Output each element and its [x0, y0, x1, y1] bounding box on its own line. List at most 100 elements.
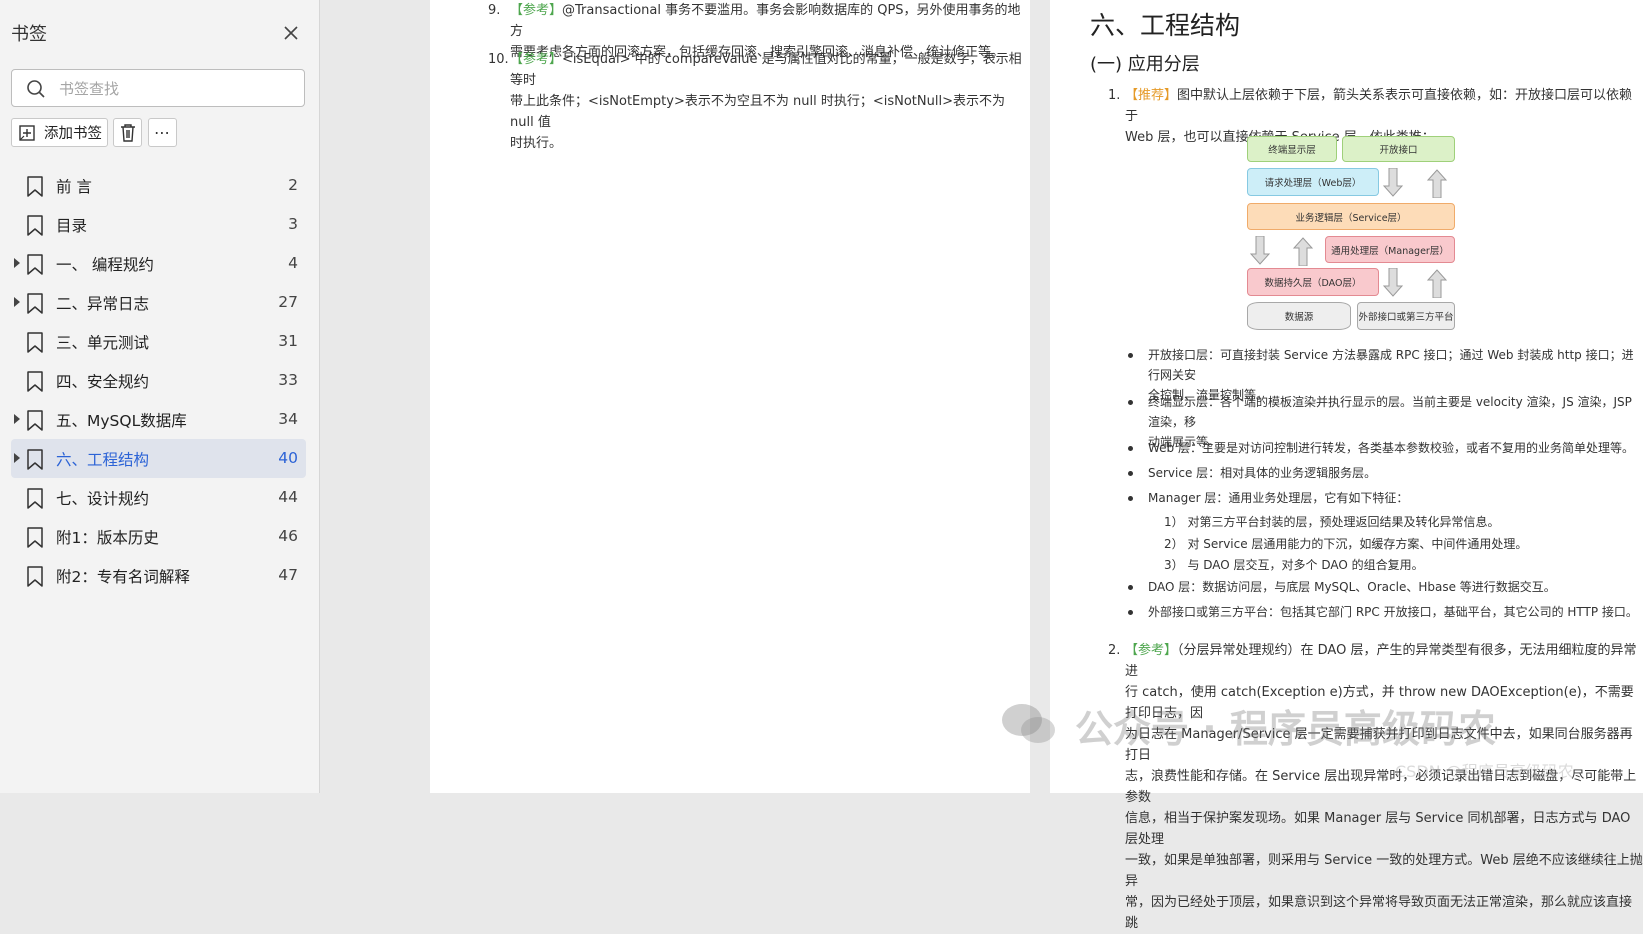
bookmark-page-number: 44 [278, 488, 298, 506]
datasource-box: 数据源 [1247, 302, 1351, 330]
bookmark-icon [27, 332, 43, 353]
expand-arrow-icon[interactable] [14, 453, 20, 463]
bullet-web: Web 层：主要是对访问控制进行转发，各类基本参数校验，或者不复用的业务简单处理… [1128, 438, 1634, 458]
manager-sub-item: 2） 对 Service 层通用能力的下沉，如缓存方案、中间件通用处理。 [1164, 537, 1528, 551]
bookmark-sidebar: 书签 添加书签 ⋯ 前 言 2 目录 3 一、 编程规约 4 二、异常日志 27 三、单元测试 3… [0, 0, 320, 793]
arrow-down-icon [1250, 236, 1270, 265]
bookmark-page-number: 34 [278, 410, 298, 428]
bookmark-label: 二、异常日志 [56, 295, 150, 313]
bullet-external: 外部接口或第三方平台：包括其它部门 RPC 开放接口，基础平台，其它公司的 HT… [1128, 602, 1638, 622]
bookmark-label: 三、单元测试 [56, 334, 150, 352]
bookmark-label: 五、MySQL数据库 [56, 412, 187, 430]
bookmark-page-number: 27 [278, 293, 298, 311]
bookmark-icon [27, 449, 43, 470]
open-api-box: 开放接口 [1342, 136, 1455, 162]
bookmark-label: 四、安全规约 [56, 373, 150, 391]
watermark-small-text: CSDN @程序员高级码农 [1395, 762, 1574, 781]
bookmark-item[interactable]: 附2：专有名词解释 47 [11, 556, 306, 595]
manager-sub-item: 1） 对第三方平台封装的层，预处理返回结果及转化异常信息。 [1164, 515, 1500, 529]
bookmark-page-number: 2 [288, 176, 298, 194]
reference-tag: 【参考】 [1125, 643, 1178, 658]
arrow-down-icon [1383, 168, 1403, 197]
reference-tag: 【参考】 [510, 3, 563, 18]
arrow-up-icon [1293, 237, 1313, 266]
bookmark-item[interactable]: 五、MySQL数据库 34 [11, 400, 306, 439]
section-heading: 六、工程结构 [1090, 11, 1241, 40]
bullet-service: Service 层：相对具体的业务逻辑服务层。 [1127, 463, 1376, 483]
bullet-dao: DAO 层：数据访问层，与底层 MySQL、Oracle、Hbase 等进行数据… [1128, 577, 1556, 597]
bookmark-label: 目录 [56, 217, 88, 235]
bookmark-icon [27, 488, 43, 509]
paragraph-item2: 【参考】（分层异常处理规约）在 DAO 层，产生的异常类型有很多，无法用细粒度的… [1125, 643, 1643, 931]
subsection-heading: (一) 应用分层 [1090, 54, 1200, 75]
more-options-button[interactable]: ⋯ [148, 118, 177, 147]
watermark-text: 公众号 · 程序员高级码农 [1075, 707, 1496, 751]
arrow-down-icon [1383, 268, 1403, 297]
list-number: 1. [1108, 88, 1121, 103]
more-icon: ⋯ [154, 123, 171, 142]
expand-arrow-icon[interactable] [14, 258, 20, 268]
service-layer-box: 业务逻辑层（Service层） [1247, 203, 1455, 230]
bookmark-item[interactable]: 七、设计规约 44 [11, 478, 306, 517]
document-page-left: 9. 【参考】@Transactional 事务不要滥用。事务会影响数据库的 Q… [430, 0, 1030, 793]
dao-layer-box: 数据持久层（DAO层） [1247, 268, 1379, 296]
bookmark-item[interactable]: 二、异常日志 27 [11, 283, 306, 322]
bookmark-page-number: 47 [278, 566, 298, 584]
add-bookmark-icon [19, 124, 35, 141]
bookmark-item[interactable]: 四、安全规约 33 [11, 361, 306, 400]
bookmark-icon [27, 566, 43, 587]
add-bookmark-button[interactable]: 添加书签 [11, 118, 108, 147]
bookmark-page-number: 31 [278, 332, 298, 350]
bookmark-label: 六、工程结构 [56, 451, 150, 469]
bookmark-icon [27, 254, 43, 275]
bookmark-icon [27, 527, 43, 548]
recommend-tag: 【推荐】 [1125, 88, 1178, 103]
bookmark-list: 前 言 2 目录 3 一、 编程规约 4 二、异常日志 27 三、单元测试 31 四、安全规约 33 五… [11, 166, 306, 595]
manager-layer-box: 通用处理层（Manager层） [1325, 236, 1455, 263]
bullet-manager: Manager 层：通用业务处理层，它有如下特征： [1127, 488, 1408, 508]
web-layer-box: 请求处理层（Web层） [1247, 168, 1379, 196]
bookmark-page-number: 40 [278, 449, 298, 467]
sidebar-title: 书签 [11, 24, 47, 45]
terminal-layer-box: 终端显示层 [1247, 136, 1337, 162]
reference-tag: 【参考】 [510, 52, 563, 67]
bookmark-label: 七、设计规约 [56, 490, 150, 508]
close-icon[interactable] [280, 22, 302, 44]
bookmark-item[interactable]: 三、单元测试 31 [11, 322, 306, 361]
bookmark-label: 一、 编程规约 [56, 256, 154, 274]
bookmark-item[interactable]: 附1：版本历史 46 [11, 517, 306, 556]
bookmark-label: 附2：专有名词解释 [56, 568, 190, 586]
expand-arrow-icon[interactable] [14, 297, 20, 307]
add-bookmark-label: 添加书签 [44, 126, 102, 142]
bookmark-item[interactable]: 前 言 2 [11, 166, 306, 205]
bookmark-item[interactable]: 目录 3 [11, 205, 306, 244]
list-number: 2. [1108, 643, 1121, 658]
bookmark-icon [27, 215, 43, 236]
bookmark-icon [27, 371, 43, 392]
bookmark-page-number: 3 [288, 215, 298, 233]
list-number: 10. [488, 52, 509, 67]
search-input[interactable] [57, 77, 291, 101]
bookmark-item[interactable]: 一、 编程规约 4 [11, 244, 306, 283]
bookmark-icon [27, 410, 43, 431]
manager-sub-item: 3） 与 DAO 层交互，对多个 DAO 的组合复用。 [1164, 558, 1424, 572]
wechat-logo-icon [1002, 704, 1055, 743]
search-icon [27, 80, 45, 98]
trash-icon [120, 123, 135, 142]
bookmark-label: 附1：版本历史 [56, 529, 159, 547]
expand-arrow-icon[interactable] [14, 414, 20, 424]
bookmark-icon [27, 176, 43, 197]
external-platform-box: 外部接口或第三方平台 [1357, 302, 1455, 330]
arrow-up-icon [1427, 269, 1447, 298]
delete-bookmark-button[interactable] [113, 118, 142, 147]
bookmark-page-number: 4 [288, 254, 298, 272]
bookmark-page-number: 33 [278, 371, 298, 389]
list-number: 9. [488, 3, 501, 18]
bookmark-icon [27, 293, 43, 314]
bookmark-search[interactable] [11, 69, 305, 107]
bookmark-label: 前 言 [56, 178, 92, 196]
arrow-up-icon [1427, 169, 1447, 198]
bookmark-page-number: 46 [278, 527, 298, 545]
document-page-right: 六、工程结构 (一) 应用分层 1. 【推荐】图中默认上层依赖于下层，箭头关系表… [1050, 0, 1643, 931]
bookmark-item[interactable]: 六、工程结构 40 [11, 439, 306, 478]
